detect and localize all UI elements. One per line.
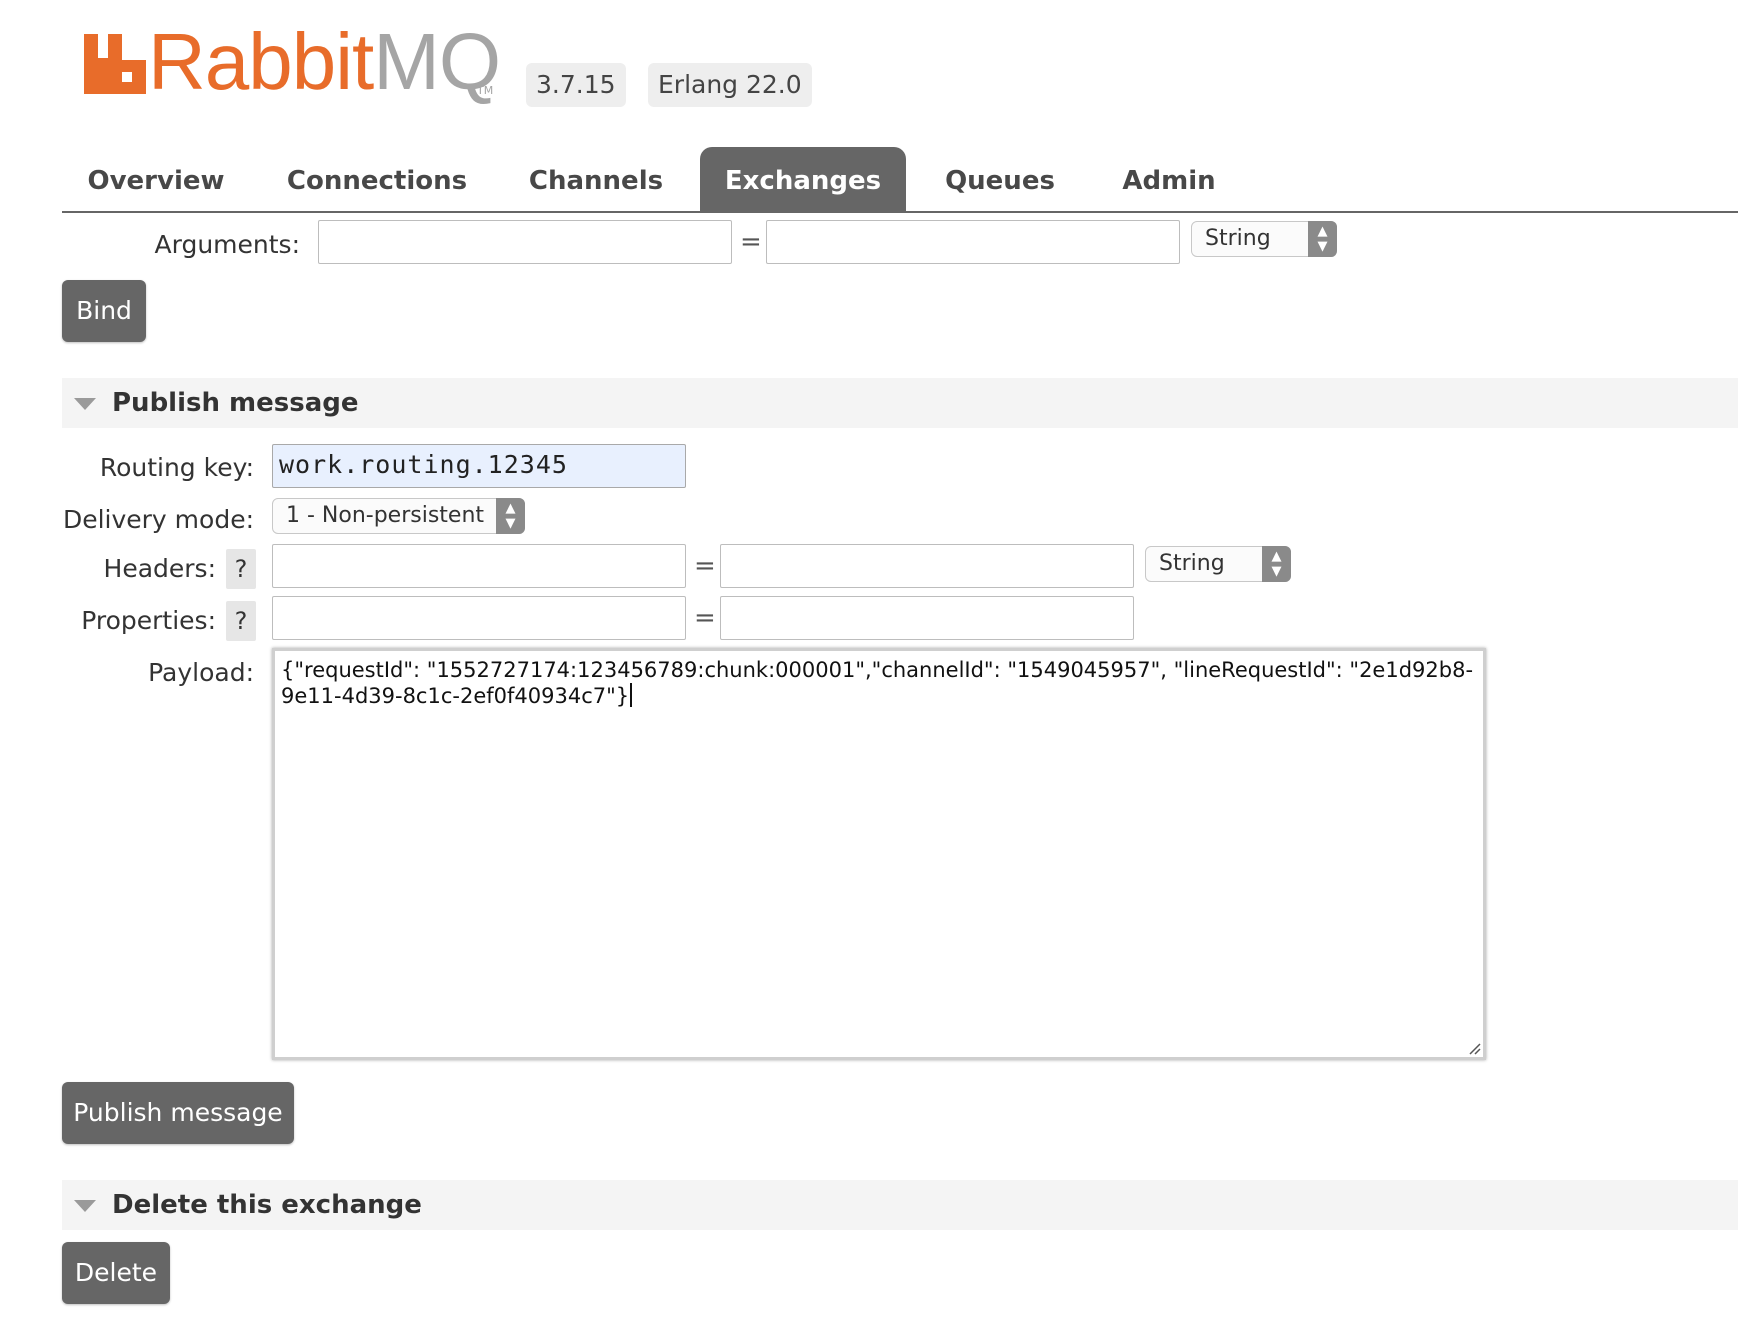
arguments-label: Arguments: [154, 230, 300, 259]
arguments-value-input[interactable] [766, 220, 1180, 264]
headers-type-select[interactable]: String ▲ ▼ [1145, 546, 1291, 582]
tab-queues[interactable]: Queues [940, 147, 1060, 212]
properties-key-input[interactable] [272, 596, 686, 640]
logo-rabbit-text: Rabbit [148, 17, 374, 106]
resize-grip-icon[interactable] [1465, 1039, 1481, 1055]
delivery-mode-value: 1 - Non-persistent [286, 503, 485, 528]
payload-text: {"requestId": "1552727174:123456789:chun… [281, 658, 1474, 708]
equals-sign: = [694, 551, 716, 581]
collapse-triangle-icon [74, 398, 96, 410]
headers-key-input[interactable] [272, 544, 686, 588]
text-caret [630, 683, 633, 707]
arguments-type-value: String [1205, 226, 1271, 251]
select-arrows-icon: ▲ ▼ [496, 498, 525, 534]
equals-sign: = [694, 603, 716, 633]
tab-exchanges[interactable]: Exchanges [700, 147, 906, 212]
select-arrows-icon: ▲ ▼ [1308, 221, 1337, 257]
logo-tm: TM [477, 84, 494, 97]
logo-wordmark: RabbitMQ [148, 22, 501, 102]
routing-key-input[interactable]: work.routing.12345 [272, 444, 686, 488]
delete-exchange-title: Delete this exchange [112, 1190, 422, 1220]
version-badge: 3.7.15 [526, 63, 626, 107]
delivery-mode-label: Delivery mode: [62, 505, 254, 534]
tab-channels[interactable]: Channels [522, 147, 670, 212]
delete-button[interactable]: Delete [62, 1242, 170, 1304]
tab-connections[interactable]: Connections [284, 147, 470, 212]
delete-exchange-header[interactable]: Delete this exchange [62, 1180, 1738, 1230]
payload-textarea[interactable]: {"requestId": "1552727174:123456789:chun… [272, 648, 1486, 1060]
tab-overview[interactable]: Overview [84, 147, 228, 212]
properties-value-input[interactable] [720, 596, 1134, 640]
publish-message-button[interactable]: Publish message [62, 1082, 294, 1144]
properties-help-button[interactable]: ? [226, 601, 256, 641]
tab-admin[interactable]: Admin [1118, 147, 1220, 212]
equals-sign: = [740, 227, 762, 257]
headers-type-value: String [1159, 551, 1225, 576]
collapse-triangle-icon [74, 1200, 96, 1212]
bind-button[interactable]: Bind [62, 280, 146, 342]
properties-label: Properties: [81, 606, 216, 635]
payload-label: Payload: [148, 658, 254, 687]
nav-divider [62, 211, 1738, 213]
delivery-mode-select[interactable]: 1 - Non-persistent ▲ ▼ [272, 498, 525, 534]
publish-message-header[interactable]: Publish message [62, 378, 1738, 428]
publish-message-title: Publish message [112, 388, 359, 418]
select-arrows-icon: ▲ ▼ [1262, 546, 1291, 582]
arguments-key-input[interactable] [318, 220, 732, 264]
headers-label: Headers: [103, 554, 216, 583]
erlang-badge: Erlang 22.0 [648, 63, 812, 107]
headers-help-button[interactable]: ? [226, 549, 256, 589]
rabbit-logo-icon [84, 34, 146, 94]
headers-value-input[interactable] [720, 544, 1134, 588]
routing-key-label: Routing key: [99, 453, 254, 482]
arguments-type-select[interactable]: String ▲ ▼ [1191, 221, 1337, 257]
